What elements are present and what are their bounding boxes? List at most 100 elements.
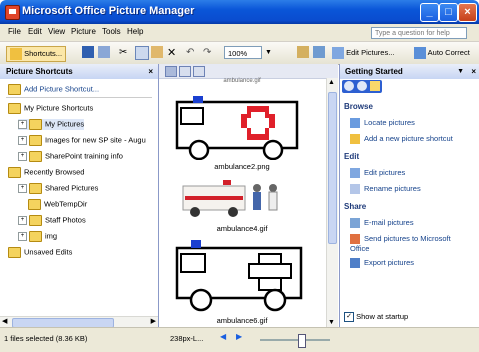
expand-icon[interactable]: + (18, 120, 27, 129)
minimize-button[interactable]: _ (420, 3, 439, 22)
cut-icon[interactable]: ✂ (119, 46, 127, 60)
email-pictures-link[interactable]: E-mail pictures (350, 218, 414, 229)
partial-caption: ambulance.gif (223, 78, 261, 84)
help-search-input[interactable]: Type a question for help (371, 27, 467, 39)
zoom-slider[interactable] (260, 334, 330, 348)
picture-shortcuts-pane: Picture Shortcuts × Add Picture Shortcut… (0, 64, 159, 328)
ambulance-image (175, 240, 303, 312)
folder-icon (8, 103, 21, 114)
scroll-left-icon[interactable]: ◀ (2, 317, 7, 325)
menu-picture[interactable]: Picture (71, 27, 96, 36)
thumbnail-item[interactable]: ambulance4.gif (163, 174, 321, 233)
right-pane-header: Getting Started ▼ × (340, 64, 479, 79)
thumbnail-item[interactable]: ambulance6.gif (163, 234, 321, 325)
forward-icon[interactable] (357, 81, 367, 91)
shortcuts-label: Shortcuts... (24, 49, 63, 58)
home-icon[interactable] (370, 81, 380, 91)
expand-icon[interactable]: + (18, 152, 27, 161)
export-pictures-link[interactable]: Export pictures (350, 258, 415, 269)
tree-sharepoint-training-info[interactable]: + SharePoint training info (18, 151, 123, 162)
zoom-select[interactable]: 100% (224, 46, 262, 59)
thumbnail-vertical-scrollbar[interactable]: ▲ ▼ (326, 78, 338, 327)
folder-icon (28, 199, 41, 210)
task-label: Export pictures (364, 258, 415, 267)
edit-pictures-link[interactable]: Edit pictures (350, 168, 405, 179)
menu-edit[interactable]: Edit (28, 27, 42, 36)
close-button[interactable]: × (458, 3, 477, 22)
menu-help[interactable]: Help (127, 27, 143, 36)
expand-icon[interactable]: + (18, 232, 27, 241)
menu-tools[interactable]: Tools (102, 27, 121, 36)
scroll-right-icon[interactable]: ▶ (151, 317, 156, 325)
auto-correct-button[interactable]: Auto Correct (414, 46, 470, 60)
tree-label: Images for new SP site - Augu (45, 135, 146, 145)
edit-pictures-button[interactable]: Edit Pictures... (332, 46, 394, 60)
back-icon[interactable] (344, 81, 354, 91)
thumbnail-caption: ambulance6.gif (216, 316, 268, 325)
delete-icon[interactable]: ✕ (167, 46, 176, 60)
folder-icon (10, 48, 22, 61)
print-icon[interactable] (98, 46, 110, 58)
filmstrip-view-icon[interactable] (179, 66, 191, 77)
tree-label: Unsaved Edits (24, 247, 73, 257)
zoom-out-icon[interactable] (313, 46, 325, 58)
rotate-left-icon[interactable]: ↶ (186, 46, 194, 60)
shortcuts-button[interactable]: Shortcuts... (6, 46, 67, 62)
send-to-office-link[interactable]: Send pictures to Microsoft Office (350, 234, 470, 253)
tree-images-for-new-sp-site[interactable]: + Images for new SP site - Augu (18, 135, 146, 146)
tree-label: My Pictures (45, 119, 85, 129)
folder-icon (29, 151, 42, 162)
scroll-thumb[interactable] (328, 92, 337, 244)
menu-view[interactable]: View (48, 27, 65, 36)
paste-icon[interactable] (151, 46, 163, 58)
expand-icon[interactable]: + (18, 184, 27, 193)
thumbnail-caption: ambulance4.gif (216, 224, 268, 233)
thumbnail-item[interactable]: ambulance2.png (163, 90, 321, 171)
scroll-down-icon[interactable]: ▼ (328, 319, 335, 326)
previous-icon[interactable]: ◀ (220, 332, 226, 341)
tree-webtempdir[interactable]: WebTempDir (28, 199, 87, 210)
pane-dropdown-icon[interactable]: ▼ (457, 64, 464, 79)
zoom-in-icon[interactable] (297, 46, 309, 58)
expand-icon[interactable]: + (18, 216, 27, 225)
scroll-up-icon[interactable]: ▲ (328, 79, 335, 86)
ambulance-image (175, 96, 299, 161)
tree-label: img (45, 231, 58, 241)
expand-icon[interactable]: + (18, 136, 27, 145)
status-selected: 1 files selected (8.36 KB) (4, 334, 88, 343)
rename-pictures-link[interactable]: Rename pictures (350, 184, 421, 195)
tree-label: WebTempDir (44, 199, 88, 209)
thumbnail-view: ambulance.gif ambulance2.png ambulance4.… (159, 64, 338, 327)
window-title: Microsoft Office Picture Manager (22, 5, 195, 17)
tree-shared-pictures[interactable]: + Shared Pictures (18, 183, 98, 194)
right-pane-title: Getting Started (345, 67, 403, 76)
menu-file[interactable]: File (8, 27, 21, 36)
locate-pictures-link[interactable]: Locate pictures (350, 118, 415, 129)
next-icon[interactable]: ▶ (236, 332, 242, 341)
tree-my-picture-shortcuts[interactable]: My Picture Shortcuts (8, 103, 93, 114)
zoom-dropdown-arrow[interactable]: ▼ (265, 46, 272, 60)
show-at-startup-option[interactable]: ✓ Show at startup (344, 312, 408, 323)
add-new-shortcut-link[interactable]: Add a new picture shortcut (350, 134, 453, 145)
thumbnail-caption: ambulance2.png (214, 162, 270, 171)
tree-img[interactable]: + img (18, 231, 57, 242)
locate-icon (350, 118, 360, 129)
show-at-startup-checkbox[interactable]: ✓ (344, 312, 354, 323)
rotate-right-icon[interactable]: ↷ (203, 46, 211, 60)
save-icon[interactable] (82, 46, 94, 58)
tree-staff-photos[interactable]: + Staff Photos (18, 215, 86, 226)
single-view-icon[interactable] (193, 66, 205, 77)
close-pane-icon[interactable]: × (148, 64, 153, 79)
thumbnails-view-icon[interactable] (165, 66, 177, 77)
tree-my-pictures[interactable]: + My Pictures (18, 119, 85, 130)
rename-icon (350, 184, 360, 195)
close-pane-icon[interactable]: × (471, 64, 476, 79)
add-picture-shortcut-link[interactable]: Add Picture Shortcut... (8, 84, 99, 95)
tree-recently-browsed[interactable]: Recently Browsed (8, 167, 84, 178)
zoom-slider-thumb[interactable] (298, 334, 306, 348)
maximize-button[interactable]: □ (439, 3, 458, 22)
tree-unsaved-edits[interactable]: Unsaved Edits (8, 247, 72, 258)
copy-icon[interactable] (135, 46, 149, 60)
recent-folder-icon (8, 167, 21, 178)
folder-icon (29, 215, 42, 226)
